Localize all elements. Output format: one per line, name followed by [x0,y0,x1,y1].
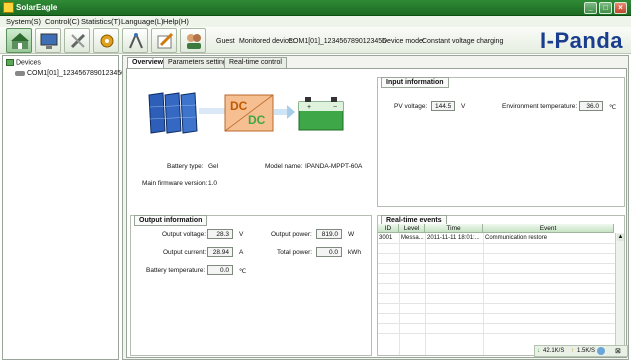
col-level[interactable]: Level [399,224,425,233]
model-name-label: Model name: [265,163,303,170]
device-mode-label: Device mode: [382,38,425,45]
house-icon [11,33,29,49]
cell-id: 3001 [379,235,393,241]
network-icon [597,347,605,355]
model-name-value: IPANDA-MPPT-60A [305,163,363,170]
svg-text:−: − [333,104,337,111]
monitor-button[interactable] [35,28,61,53]
input-info-title: Input information [381,77,449,88]
col-event[interactable]: Event [483,224,614,233]
env-temp-label: Environment temperature: [502,103,578,110]
scroll-up-icon[interactable]: ▲ [617,234,624,241]
users-button[interactable] [180,28,206,53]
title-bar: SolarEagle _ □ × [0,0,631,16]
close-status-icon[interactable]: ⊠ [615,347,621,355]
compass-icon [129,33,143,49]
folder-icon [6,59,14,66]
pencil-icon [157,32,174,49]
monitor-icon [40,33,58,49]
menu-system[interactable]: System(S) [6,17,41,26]
overview-panel: + − DC DC Battery type: Gel Model name: … [126,68,627,358]
dcdc-text-bottom: DC [248,113,266,127]
col-time[interactable]: Time [425,224,483,233]
device-icon [15,70,25,76]
edit-button[interactable] [151,28,177,53]
input-info-group: Input information PV voltage: 144.5 V En… [377,77,625,207]
pv-voltage-value: 144.5 [431,101,455,111]
upload-speed: 1.5K/S [577,348,596,354]
brand-logo: I-Panda [540,28,623,53]
menu-statistics[interactable]: Statistics(T) [81,17,121,26]
minimize-button[interactable]: _ [584,2,597,14]
menu-language[interactable]: Language(L) [121,17,164,26]
events-scrollbar[interactable]: ▲ ▼ [615,233,624,355]
output-voltage-value: 28.3 [207,229,233,239]
total-power-unit: kWh [348,249,361,256]
monitored-device-value: COM1[01]_1234567890123456 [288,38,387,45]
total-power-label: Total power: [277,249,313,256]
output-current-label: Output current: [163,249,207,256]
battery-type-label: Battery type: [167,163,204,170]
upload-arrow-icon: ↑ [571,348,574,354]
cell-event: Communication restore [485,235,548,241]
dcdc-text-top: DC [230,99,248,113]
output-voltage-unit: V [239,231,244,238]
output-info-group: Output information Output voltage: 28.3 … [130,215,372,356]
tools-button[interactable] [64,28,90,53]
close-button[interactable]: × [614,2,627,14]
tree-root-label: Devices [15,59,41,67]
firmware-label: Main firmware version: [142,180,208,187]
cell-time: 2011-11-11 18:01:... [427,235,480,241]
realtime-events-group: Real-time events ID Level Time Event 300… [377,215,625,356]
env-temp-unit: ℃ [609,104,617,111]
solar-panel-icon [148,92,198,134]
settings-button[interactable] [93,28,119,53]
window-title: SolarEagle [16,3,58,12]
output-voltage-label: Output voltage: [162,231,207,238]
svg-text:+: + [307,104,311,111]
tree-device-label: COM1[01]_1234567890123456 [26,70,126,77]
output-current-unit: A [239,249,244,256]
menu-bar: System(S) Control(C) Statistics(T) Langu… [0,16,631,27]
firmware-value: 1.0 [208,180,218,187]
pv-voltage-unit: V [461,103,466,110]
device-tree: Devices COM1[01]_1234567890123456 [2,55,125,360]
main-panel: Overview Parameters setting Real-time co… [122,55,629,360]
tab-realtime-control[interactable]: Real-time control [224,57,287,68]
current-user: Guest [216,38,235,45]
env-temp-value: 36.0 [579,101,603,111]
output-power-unit: W [348,231,355,238]
download-arrow-icon: ↓ [537,348,540,354]
output-power-value: 819.0 [316,229,342,239]
output-info-title: Output information [134,215,208,226]
users-icon [187,34,201,49]
battery-type-value: Gel [208,163,219,170]
network-status: ↓ 42.1K/S ↑ 1.5K/S ⊠ [534,345,628,357]
device-mode-value: Constant voltage charging [422,38,504,45]
output-power-label: Output power: [271,231,312,238]
tree-root[interactable]: Devices [6,59,41,66]
battery-temp-unit: ℃ [239,268,247,275]
battery-temp-label: Battery temperature: [146,267,206,274]
total-power-value: 0.0 [316,247,342,257]
wrench-icon [70,33,86,49]
tree-device-item[interactable]: COM1[01]_1234567890123456 [15,70,125,77]
monitored-device-label: Monitored device: [239,38,295,45]
app-icon [3,2,14,13]
battery-temp-value: 0.0 [207,265,233,275]
maximize-button[interactable]: □ [599,2,612,14]
col-id[interactable]: ID [378,224,399,233]
gear-icon [100,34,114,48]
output-current-value: 28.94 [207,247,233,257]
battery-icon: + − [298,97,344,131]
menu-help[interactable]: Help(H) [163,17,189,26]
devices-button[interactable] [6,28,32,53]
cell-level: Messa... [401,235,424,241]
tab-parameters-setting[interactable]: Parameters setting [163,57,232,68]
menu-control[interactable]: Control(C) [45,17,80,26]
download-speed: 42.1K/S [543,348,565,354]
events-table: ID Level Time Event 3001 Messa... 2011-1… [378,224,624,355]
pv-voltage-label: PV voltage: [394,103,428,110]
measure-button[interactable] [122,28,148,53]
